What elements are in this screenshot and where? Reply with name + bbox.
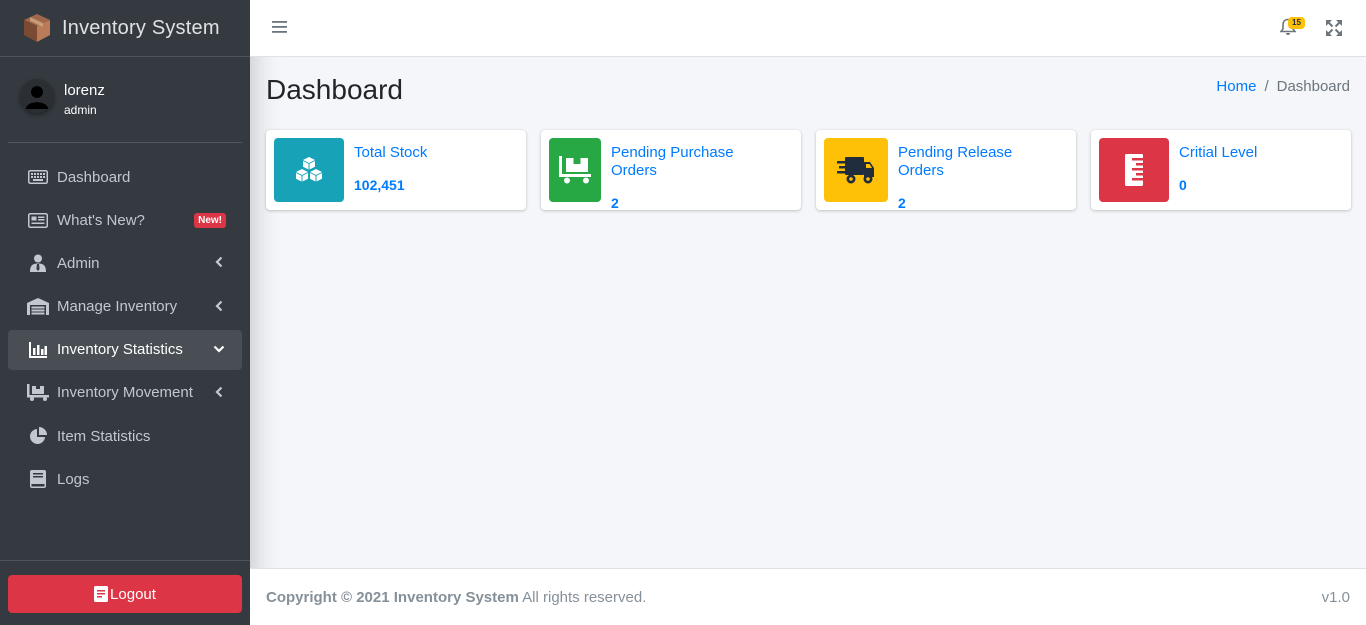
shipping-fast-icon (837, 157, 874, 184)
dolly-icon (27, 384, 49, 402)
menu-toggle-icon[interactable] (272, 20, 290, 36)
main-sidebar: Inventory System lorenz admin Dashboard … (0, 0, 250, 625)
breadcrumb-current: Dashboard (1276, 78, 1350, 95)
user-tie-icon (27, 254, 49, 273)
breadcrumb-separator: / (1264, 78, 1269, 95)
sidebar-item-label: Item Statistics (57, 427, 151, 445)
fullscreen-expand-icon[interactable] (1326, 20, 1343, 37)
sidebar-item-admin[interactable]: Admin (8, 243, 242, 283)
sidebar-item-inventory-movement[interactable]: Inventory Movement (8, 373, 242, 413)
copyright-text: Copyright © 2021 Inventory System All ri… (266, 589, 646, 606)
info-box-value: 102,451 (354, 177, 405, 193)
chart-pie-icon (27, 427, 49, 445)
avatar (20, 78, 54, 113)
user-panel[interactable]: lorenz admin (8, 57, 242, 143)
main-footer: Copyright © 2021 Inventory System All ri… (250, 568, 1366, 625)
info-box-value: 0 (1179, 177, 1187, 193)
warehouse-icon (27, 298, 49, 316)
info-box-label[interactable]: Critial Level (1179, 144, 1257, 162)
sidebar-item-dashboard[interactable]: Dashboard (8, 157, 242, 197)
ruler-vertical-icon (1125, 154, 1143, 186)
logout-button[interactable]: Logout (8, 575, 242, 613)
info-box-icon (274, 138, 344, 202)
chart-bar-icon (27, 341, 49, 359)
sidebar-item-whats-new[interactable]: What's New? New! (8, 200, 242, 240)
info-box-icon (549, 138, 601, 202)
page-title: Dashboard (266, 74, 403, 105)
version-label: v1.0 (1321, 588, 1350, 606)
info-boxes: Total Stock 102,451 Pending Purchase Ord… (266, 130, 1366, 211)
package-logo-icon (22, 12, 52, 44)
notification-count-badge: 15 (1288, 17, 1305, 29)
book-icon (27, 470, 49, 489)
breadcrumb-home-link[interactable]: Home (1216, 78, 1256, 95)
chevron-left-icon[interactable] (212, 385, 226, 399)
file-icon (94, 586, 109, 602)
info-box-value: 2 (611, 195, 619, 211)
sidebar-nav: Dashboard What's New? New! Admin Manage … (0, 157, 250, 499)
user-avatar-icon (26, 85, 48, 109)
brand-link[interactable]: Inventory System (0, 0, 250, 57)
info-box-label[interactable]: Pending Release Orders (898, 144, 1058, 180)
breadcrumb: Home / Dashboard (1216, 78, 1350, 95)
sidebar-item-logs[interactable]: Logs (8, 459, 242, 499)
top-navbar: 15 (250, 0, 1366, 57)
sidebar-item-label: Dashboard (57, 168, 131, 186)
brand-text: Inventory System (62, 16, 220, 39)
chevron-down-icon[interactable] (212, 342, 226, 356)
chevron-left-icon[interactable] (212, 255, 226, 269)
newspaper-icon (27, 211, 49, 229)
user-name[interactable]: lorenz (64, 82, 105, 100)
cubes-icon (296, 157, 322, 182)
logout-label: Logout (110, 585, 156, 603)
sidebar-item-item-statistics[interactable]: Item Statistics (8, 416, 242, 456)
copyright-suffix: All rights reserved. (522, 588, 647, 606)
info-box-label[interactable]: Total Stock (354, 144, 427, 162)
user-role: admin (64, 102, 97, 117)
chevron-left-icon[interactable] (212, 299, 226, 313)
info-box-total-stock: Total Stock 102,451 (266, 130, 526, 210)
info-box-icon (1099, 138, 1169, 202)
info-box-icon (824, 138, 888, 202)
keyboard-icon (27, 168, 49, 186)
copyright-brand-link[interactable]: Inventory System (394, 589, 519, 606)
info-box-label[interactable]: Pending Purchase Orders (611, 144, 783, 180)
copyright-prefix: Copyright © 2021 (266, 588, 390, 606)
sidebar-item-label: Logs (57, 470, 90, 488)
info-box-critial-level: Critial Level 0 (1091, 130, 1351, 210)
dolly-flatbed-icon (559, 156, 591, 184)
sidebar-footer: Logout (0, 560, 250, 625)
info-box-pending-purchase-orders: Pending Purchase Orders 2 (541, 130, 801, 211)
info-box-pending-release-orders: Pending Release Orders 2 (816, 130, 1076, 211)
info-box-value: 2 (898, 195, 906, 211)
sidebar-item-inventory-statistics[interactable]: Inventory Statistics (8, 329, 242, 370)
new-badge: New! (194, 213, 226, 229)
sidebar-item-manage-inventory[interactable]: Manage Inventory (8, 287, 242, 327)
